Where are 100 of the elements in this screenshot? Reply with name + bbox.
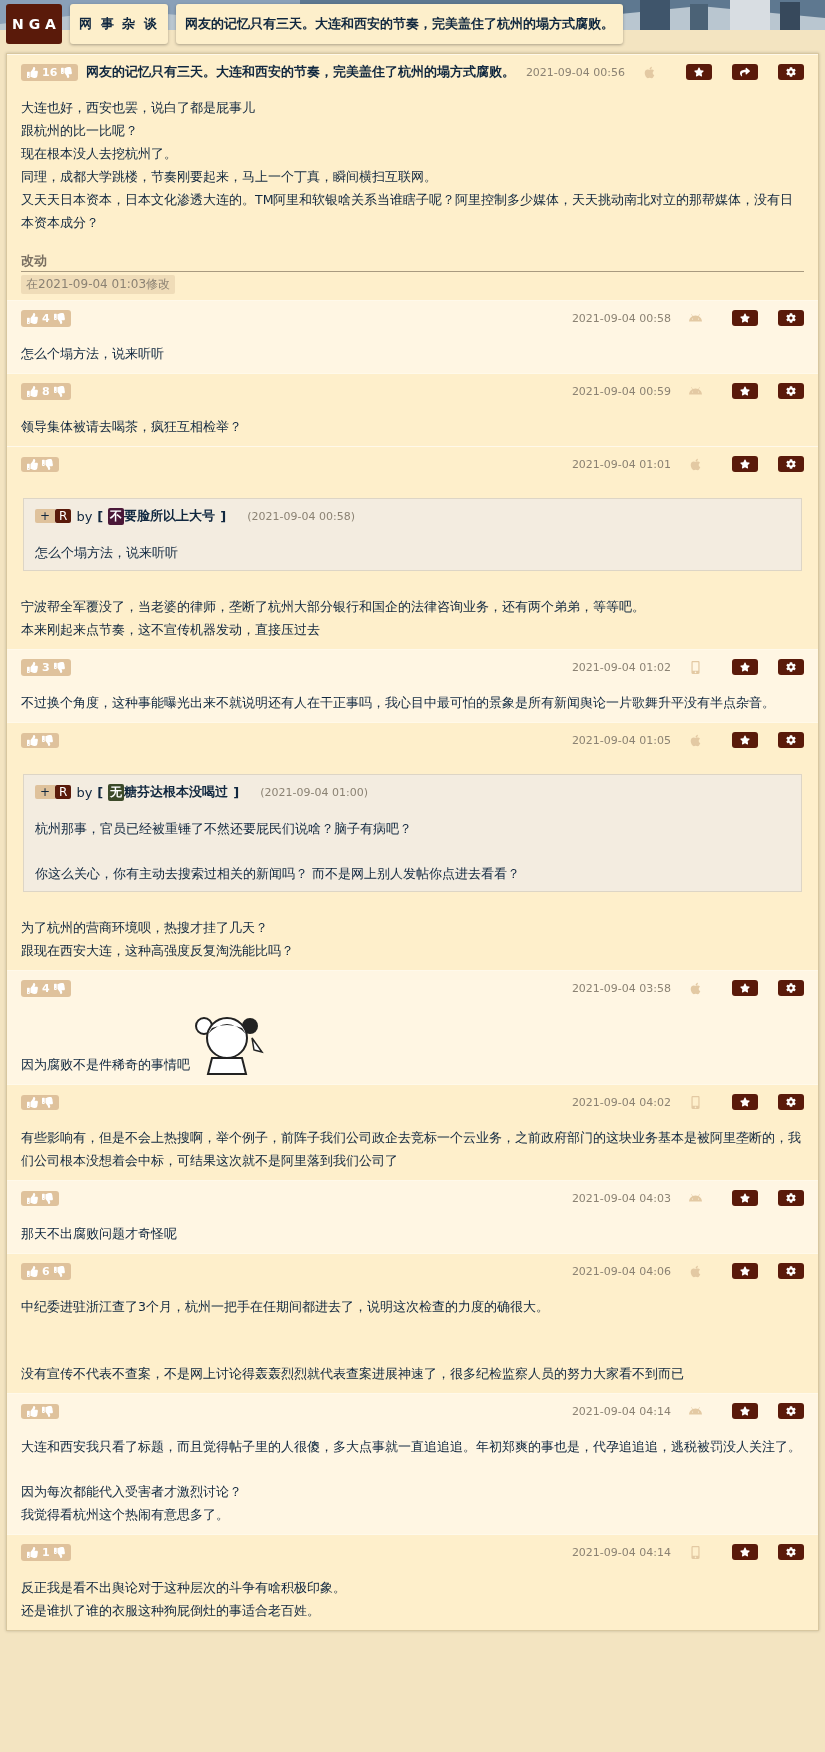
thumbs-up-icon[interactable] xyxy=(27,661,38,673)
thumbs-up-icon[interactable] xyxy=(27,312,38,324)
settings-icon xyxy=(786,983,796,993)
thumbs-up-icon[interactable] xyxy=(27,1546,38,1558)
vote-control[interactable] xyxy=(21,1403,59,1419)
favorite-button[interactable] xyxy=(732,456,758,472)
thumbs-down-icon[interactable] xyxy=(61,66,73,78)
post-text: 因为腐败不是件稀奇的事情吧 xyxy=(21,1056,190,1074)
vote-control[interactable] xyxy=(21,1094,59,1110)
thumbs-down-icon[interactable] xyxy=(42,1405,53,1417)
quote-time: (2021-09-04 00:58) xyxy=(247,509,355,523)
post-text: 还是谁扒了谁的衣服这种狗屁倒灶的事适合老百姓。 xyxy=(21,1602,320,1620)
post-time: 2021-09-04 03:58 xyxy=(571,981,671,995)
settings-button[interactable] xyxy=(778,1190,804,1206)
favorite-button[interactable] xyxy=(732,383,758,399)
thumbs-down-icon[interactable] xyxy=(42,458,53,470)
share-button[interactable] xyxy=(732,64,758,80)
post-text: 现在根本没人去挖杭州了。 xyxy=(21,145,177,163)
thumbs-up-icon[interactable] xyxy=(27,1096,38,1108)
phone-icon xyxy=(689,1545,702,1559)
favorite-button[interactable] xyxy=(732,1190,758,1206)
thumbs-down-icon[interactable] xyxy=(42,1192,53,1204)
thumbs-up-icon[interactable] xyxy=(27,1192,38,1204)
favorite-button[interactable] xyxy=(732,1544,758,1560)
thumbs-down-icon[interactable] xyxy=(42,1096,53,1108)
thumbs-down-icon[interactable] xyxy=(42,734,53,746)
thumbs-down-icon[interactable] xyxy=(53,385,65,397)
forum-link[interactable]: 网 事 杂 谈 xyxy=(70,4,168,44)
vote-control[interactable]: 4 xyxy=(21,979,71,997)
user-name-link[interactable]: 糖芬达根本没喝过 xyxy=(124,783,229,801)
reply-badge: R xyxy=(55,785,72,799)
vote-control[interactable]: 16 xyxy=(21,63,79,81)
favorite-button[interactable] xyxy=(732,1263,758,1279)
star-icon xyxy=(740,313,750,323)
favorite-button[interactable] xyxy=(732,732,758,748)
edit-heading: 改动 xyxy=(21,252,804,272)
thumbs-down-icon[interactable] xyxy=(53,982,65,994)
star-icon xyxy=(740,386,750,396)
settings-button[interactable] xyxy=(778,1544,804,1560)
settings-button[interactable] xyxy=(778,310,804,326)
thumbs-up-icon[interactable] xyxy=(27,458,38,470)
post-time: 2021-09-04 00:59 xyxy=(571,384,671,398)
vote-control[interactable]: 6 xyxy=(21,1262,71,1280)
thumbs-down-icon[interactable] xyxy=(53,312,65,324)
thumbs-up-icon[interactable] xyxy=(27,66,38,78)
post-text: 不过换个角度，这种事能曝光出来不就说明还有人在干正事吗，我心目中最可怕的景象是所有新闻舆论一片歌舞升平没有半点杂音。 xyxy=(21,694,775,712)
bracket: ] xyxy=(233,784,240,800)
vote-control[interactable]: 3 xyxy=(21,658,71,676)
post-time: 2021-09-04 01:02 xyxy=(571,660,671,674)
vote-control[interactable] xyxy=(21,732,59,748)
star-icon xyxy=(740,1097,750,1107)
vote-count: 1 xyxy=(42,1545,50,1559)
post-text: 大连也好，西安也罢，说白了都是屁事儿 xyxy=(21,99,255,117)
star-icon xyxy=(740,983,750,993)
settings-button[interactable] xyxy=(778,1094,804,1110)
settings-icon xyxy=(786,1193,796,1203)
settings-button[interactable] xyxy=(778,1403,804,1419)
settings-button[interactable] xyxy=(778,732,804,748)
user-name-link[interactable]: 要脸所以上大号 xyxy=(124,507,216,525)
vote-control[interactable]: 8 xyxy=(21,382,71,400)
vote-control[interactable]: 4 xyxy=(21,309,71,327)
post-time: 2021-09-04 01:01 xyxy=(571,457,671,471)
favorite-button[interactable] xyxy=(732,980,758,996)
favorite-button[interactable] xyxy=(686,64,712,80)
post-text: 杭州那事，官员已经被重锤了不然还要屁民们说啥？脑子有病吧？ xyxy=(35,820,413,838)
settings-button[interactable] xyxy=(778,64,804,80)
settings-button[interactable] xyxy=(778,659,804,675)
settings-icon xyxy=(786,1266,796,1276)
star-icon xyxy=(740,1406,750,1416)
thumbs-up-icon[interactable] xyxy=(27,1405,38,1417)
thumbs-up-icon[interactable] xyxy=(27,1265,38,1277)
favorite-button[interactable] xyxy=(732,659,758,675)
favorite-button[interactable] xyxy=(732,1403,758,1419)
star-icon xyxy=(740,662,750,672)
apple-icon xyxy=(689,457,702,471)
thread-title-link[interactable]: 网友的记忆只有三天。大连和西安的节奏，完美盖住了杭州的塌方式腐败。 xyxy=(175,4,623,44)
thumbs-down-icon[interactable] xyxy=(53,1546,65,1558)
thumbs-down-icon[interactable] xyxy=(53,1265,65,1277)
thumbs-down-icon[interactable] xyxy=(53,661,65,673)
settings-button[interactable] xyxy=(778,980,804,996)
thumbs-up-icon[interactable] xyxy=(27,734,38,746)
thumbs-up-icon[interactable] xyxy=(27,982,38,994)
settings-button[interactable] xyxy=(778,1263,804,1279)
thumbs-up-icon[interactable] xyxy=(27,385,38,397)
favorite-button[interactable] xyxy=(732,310,758,326)
apple-icon xyxy=(689,981,702,995)
quote-time: (2021-09-04 01:00) xyxy=(260,785,368,799)
site-logo[interactable]: N G A xyxy=(6,4,62,44)
favorite-button[interactable] xyxy=(732,1094,758,1110)
settings-icon xyxy=(786,1547,796,1557)
vote-control[interactable]: 1 xyxy=(21,1543,71,1561)
post-text: 跟现在西安大连，这种高强度反复淘洗能比吗？ xyxy=(21,942,294,960)
vote-control[interactable] xyxy=(21,456,59,472)
settings-icon xyxy=(786,386,796,396)
vote-control[interactable] xyxy=(21,1190,59,1206)
phone-icon xyxy=(689,1095,702,1109)
post-text: 你这么关心，你有主动去搜索过相关的新闻吗？ 而不是网上别人发帖你点进去看看？ xyxy=(35,865,521,883)
bracket: [ xyxy=(97,508,104,524)
settings-button[interactable] xyxy=(778,456,804,472)
settings-button[interactable] xyxy=(778,383,804,399)
